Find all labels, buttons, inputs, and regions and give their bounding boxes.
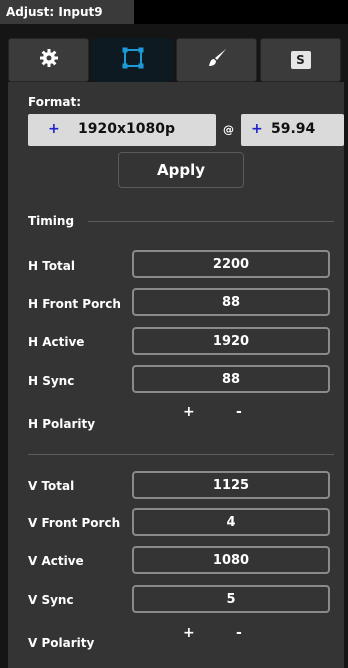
h-front-porch-field[interactable]: 88: [132, 288, 330, 316]
format-label: Format:: [28, 95, 82, 109]
rate-plus: +: [251, 121, 263, 137]
tab-crop[interactable]: [92, 38, 173, 82]
rate-button[interactable]: + 59.94: [241, 114, 344, 146]
v-polarity-plus[interactable]: +: [183, 625, 195, 641]
tab-bar: S: [8, 38, 344, 82]
h-active-field[interactable]: 1920: [132, 327, 330, 355]
tab-s[interactable]: S: [260, 38, 341, 82]
v-sync-label: V Sync: [28, 593, 74, 607]
crop-square-icon: [121, 46, 145, 74]
v-active-label: V Active: [28, 554, 84, 568]
v-front-porch-field[interactable]: 4: [132, 508, 330, 536]
section-divider: [28, 454, 334, 455]
v-total-field[interactable]: 1125: [132, 471, 330, 499]
apply-button[interactable]: Apply: [118, 152, 244, 188]
h-polarity-plus[interactable]: +: [183, 404, 195, 420]
resolution-plus: +: [48, 121, 60, 137]
rate-value: 59.94: [271, 121, 316, 137]
h-sync-field[interactable]: 88: [132, 365, 330, 393]
tab-settings[interactable]: [8, 38, 89, 82]
h-sync-label: H Sync: [28, 374, 75, 388]
gear-icon: [39, 48, 59, 72]
s-letter-icon: S: [290, 51, 311, 69]
paintbrush-icon: [206, 47, 228, 73]
v-front-porch-label: V Front Porch: [28, 516, 121, 530]
h-total-field[interactable]: 2200: [132, 250, 330, 278]
h-polarity-label: H Polarity: [28, 417, 96, 431]
h-polarity-minus[interactable]: -: [236, 404, 242, 420]
adjust-panel: Format: + 1920x1080p @ + 59.94 Apply Tim…: [8, 82, 344, 668]
window-title: Adjust: Input9: [0, 0, 134, 24]
h-total-label: H Total: [28, 259, 76, 273]
v-polarity-minus[interactable]: -: [236, 625, 242, 641]
h-front-porch-label: H Front Porch: [28, 297, 121, 311]
v-total-label: V Total: [28, 479, 75, 493]
v-polarity-label: V Polarity: [28, 636, 95, 650]
v-sync-field[interactable]: 5: [132, 585, 330, 613]
resolution-button[interactable]: + 1920x1080p: [28, 114, 216, 146]
v-active-field[interactable]: 1080: [132, 546, 330, 574]
h-active-label: H Active: [28, 335, 85, 349]
tab-paint[interactable]: [176, 38, 257, 82]
title-bar: Adjust: Input9: [0, 0, 348, 24]
timing-divider: [88, 221, 334, 222]
resolution-value: 1920x1080p: [78, 121, 175, 137]
at-sign: @: [223, 123, 234, 136]
timing-section-label: Timing: [28, 214, 75, 228]
